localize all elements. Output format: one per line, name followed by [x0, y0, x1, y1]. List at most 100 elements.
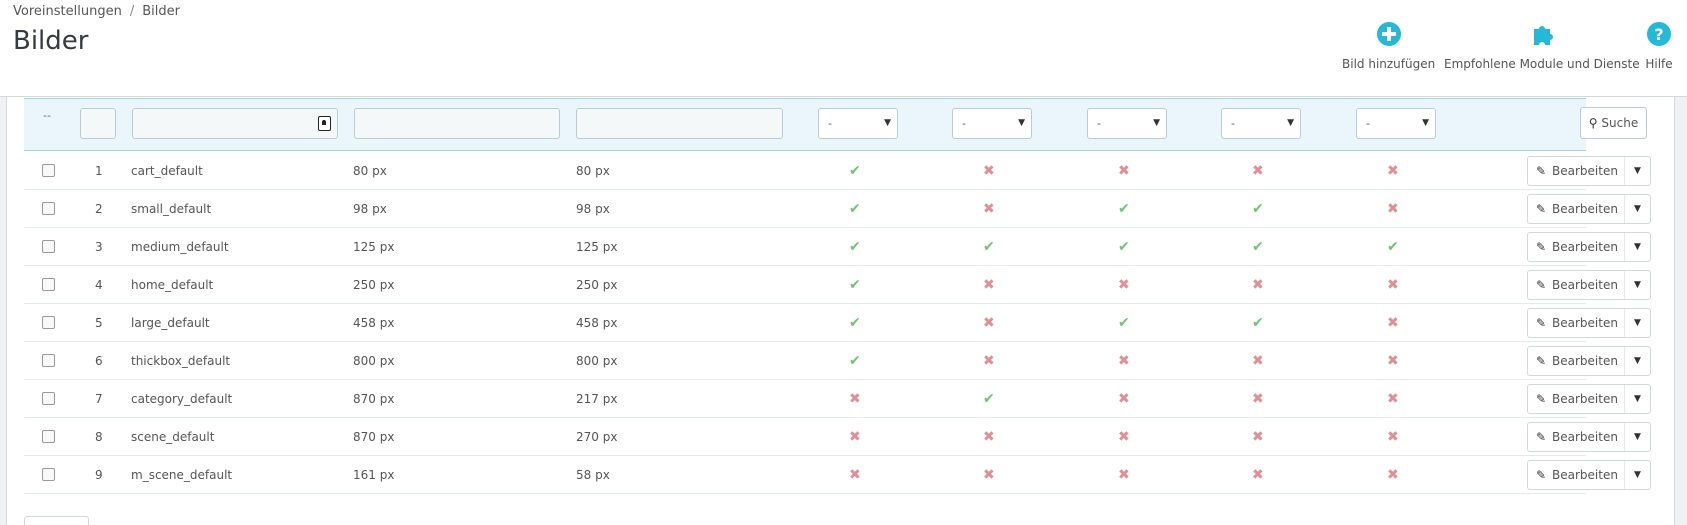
check-icon[interactable]: ✔ — [983, 380, 995, 418]
row-checkbox[interactable] — [42, 430, 55, 443]
row-checkbox[interactable] — [42, 278, 55, 291]
check-icon[interactable]: ✔ — [1252, 190, 1264, 228]
row-checkbox[interactable] — [42, 468, 55, 481]
edit-button[interactable]: ✎ Bearbeiten ▼ — [1527, 346, 1651, 376]
cross-icon[interactable]: ✖ — [1387, 152, 1399, 190]
row-checkbox[interactable] — [42, 240, 55, 253]
cross-icon[interactable]: ✖ — [1387, 380, 1399, 418]
cross-icon[interactable]: ✖ — [1252, 380, 1264, 418]
recommended-modules-button[interactable]: Empfohlene Module und Dienste — [1444, 20, 1640, 71]
cross-icon[interactable]: ✖ — [1387, 190, 1399, 228]
cross-icon[interactable]: ✖ — [983, 456, 995, 494]
edit-button[interactable]: ✎ Bearbeiten ▼ — [1527, 384, 1651, 414]
edit-button[interactable]: ✎ Bearbeiten ▼ — [1527, 308, 1651, 338]
recommended-modules-label: Empfohlene Module und Dienste — [1444, 57, 1640, 71]
cross-icon[interactable]: ✖ — [983, 418, 995, 456]
cross-icon[interactable]: ✖ — [849, 380, 861, 418]
cross-icon[interactable]: ✖ — [1387, 456, 1399, 494]
cross-icon[interactable]: ✖ — [1118, 380, 1130, 418]
edit-button[interactable]: ✎ Bearbeiten ▼ — [1527, 270, 1651, 300]
check-icon[interactable]: ✔ — [983, 228, 995, 266]
add-image-button[interactable]: Bild hinzufügen — [1342, 20, 1435, 71]
cross-icon[interactable]: ✖ — [1118, 418, 1130, 456]
filter-manufacturers-select[interactable]: - ▼ — [1087, 108, 1167, 139]
row-checkbox[interactable] — [42, 316, 55, 329]
check-icon[interactable]: ✔ — [849, 304, 861, 342]
breadcrumb-parent-link[interactable]: Voreinstellungen — [13, 4, 122, 19]
cross-icon[interactable]: ✖ — [1387, 266, 1399, 304]
caret-down-icon[interactable]: ▼ — [1634, 233, 1641, 261]
table-row: 3 medium_default 125 px 125 px ✔ ✔ ✔ ✔ ✔ ✎ Bearbei… — [24, 228, 1651, 266]
check-icon[interactable]: ✔ — [1252, 228, 1264, 266]
breadcrumb-current: Bilder — [142, 4, 180, 19]
cross-icon[interactable]: ✖ — [983, 266, 995, 304]
row-height: 800 px — [576, 354, 618, 368]
row-checkbox[interactable] — [42, 202, 55, 215]
cross-icon[interactable]: ✖ — [1387, 418, 1399, 456]
check-icon[interactable]: ✔ — [1387, 228, 1399, 266]
edit-button[interactable]: ✎ Bearbeiten ▼ — [1527, 422, 1651, 452]
pencil-icon: ✎ — [1536, 316, 1547, 330]
edit-button[interactable]: ✎ Bearbeiten ▼ — [1527, 232, 1651, 262]
button-divider — [1624, 385, 1625, 413]
caret-down-icon[interactable]: ▼ — [1634, 461, 1641, 489]
caret-down-icon[interactable]: ▼ — [1634, 309, 1641, 337]
caret-down-icon[interactable]: ▼ — [1634, 347, 1641, 375]
check-icon[interactable]: ✔ — [1118, 190, 1130, 228]
check-icon[interactable]: ✔ — [849, 190, 861, 228]
cross-icon[interactable]: ✖ — [1118, 342, 1130, 380]
row-width: 870 px — [353, 392, 395, 406]
cross-icon[interactable]: ✖ — [983, 342, 995, 380]
filter-width-input[interactable] — [354, 108, 560, 139]
caret-down-icon[interactable]: ▼ — [1634, 423, 1641, 451]
row-checkbox[interactable] — [42, 392, 55, 405]
cross-icon[interactable]: ✖ — [983, 152, 995, 190]
edit-button[interactable]: ✎ Bearbeiten ▼ — [1527, 460, 1651, 490]
filter-id-input[interactable] — [80, 108, 116, 139]
check-icon[interactable]: ✔ — [849, 342, 861, 380]
filter-suppliers-select[interactable]: - ▼ — [1221, 108, 1301, 139]
button-divider — [1624, 271, 1625, 299]
filter-name-input[interactable] — [132, 108, 338, 139]
cross-icon[interactable]: ✖ — [1252, 342, 1264, 380]
check-icon[interactable]: ✔ — [849, 228, 861, 266]
cross-icon[interactable]: ✖ — [1252, 152, 1264, 190]
row-checkbox[interactable] — [42, 164, 55, 177]
row-name: small_default — [131, 202, 212, 216]
cross-icon[interactable]: ✖ — [983, 304, 995, 342]
check-icon[interactable]: ✔ — [849, 152, 861, 190]
cross-icon[interactable]: ✖ — [1252, 456, 1264, 494]
cross-icon[interactable]: ✖ — [1252, 266, 1264, 304]
filter-categories-select[interactable]: - ▼ — [952, 108, 1032, 139]
caret-down-icon[interactable]: ▼ — [1634, 271, 1641, 299]
filter-products-select[interactable]: - ▼ — [818, 108, 898, 139]
button-divider — [1624, 233, 1625, 261]
caret-down-icon[interactable]: ▼ — [1634, 195, 1641, 223]
row-checkbox[interactable] — [42, 354, 55, 367]
cross-icon[interactable]: ✖ — [1252, 418, 1264, 456]
check-icon[interactable]: ✔ — [1118, 228, 1130, 266]
filter-height-input[interactable] — [576, 108, 783, 139]
cross-icon[interactable]: ✖ — [1387, 304, 1399, 342]
cross-icon[interactable]: ✖ — [1118, 456, 1130, 494]
search-button[interactable]: ⚲ Suche — [1580, 107, 1647, 139]
cross-icon[interactable]: ✖ — [1118, 152, 1130, 190]
bulk-actions-button[interactable] — [24, 516, 89, 525]
cross-icon[interactable]: ✖ — [1118, 266, 1130, 304]
cross-icon[interactable]: ✖ — [1387, 342, 1399, 380]
check-icon[interactable]: ✔ — [849, 266, 861, 304]
check-icon[interactable]: ✔ — [1252, 304, 1264, 342]
pencil-icon: ✎ — [1536, 468, 1547, 482]
cross-icon[interactable]: ✖ — [849, 456, 861, 494]
edit-button[interactable]: ✎ Bearbeiten ▼ — [1527, 156, 1651, 186]
cross-icon[interactable]: ✖ — [983, 190, 995, 228]
caret-down-icon[interactable]: ▼ — [1634, 157, 1641, 185]
help-button[interactable]: ? Hilfe — [1645, 20, 1673, 71]
caret-down-icon[interactable]: ▼ — [1634, 385, 1641, 413]
cross-icon[interactable]: ✖ — [849, 418, 861, 456]
edit-button[interactable]: ✎ Bearbeiten ▼ — [1527, 194, 1651, 224]
filter-stores-select[interactable]: - ▼ — [1356, 108, 1436, 139]
check-icon[interactable]: ✔ — [1118, 304, 1130, 342]
pencil-icon: ✎ — [1536, 240, 1547, 254]
help-label: Hilfe — [1645, 57, 1673, 71]
